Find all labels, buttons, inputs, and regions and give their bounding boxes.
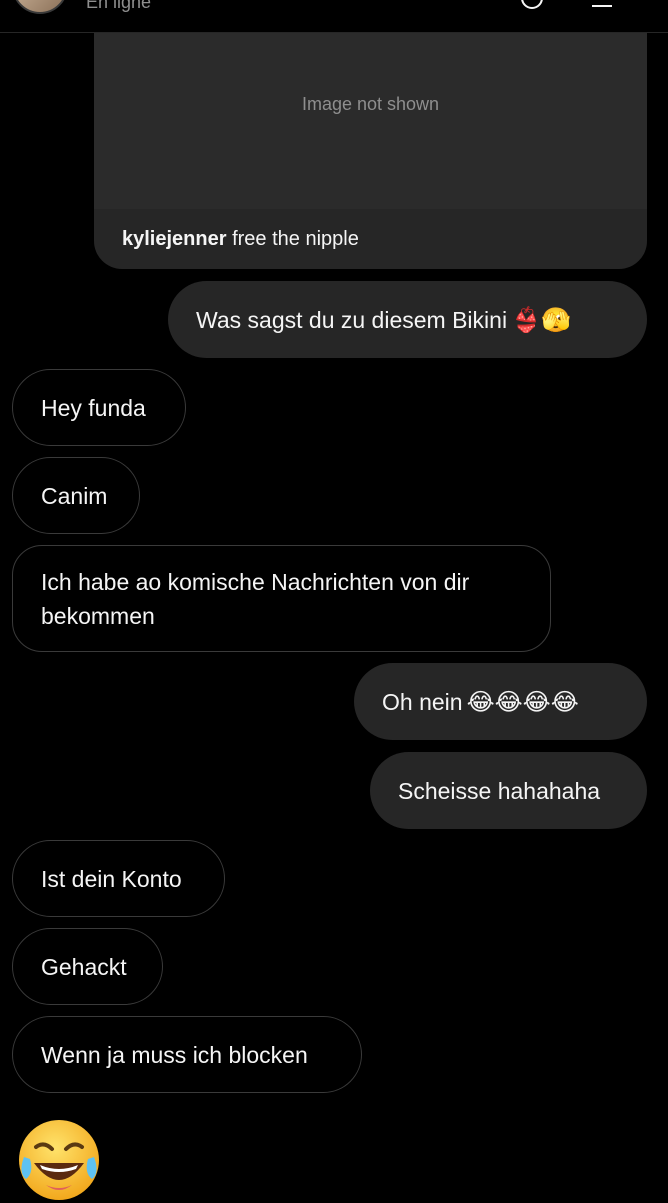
message-text: Was sagst du zu diesem Bikini (196, 306, 508, 333)
message-emoji: 😂😂😂😂 (466, 687, 579, 716)
message-bubble-incoming[interactable]: Canim (12, 457, 140, 534)
message-text: Wenn ja muss ich blocken (41, 1041, 308, 1068)
message-bubble-outgoing[interactable]: Scheisse hahahaha (370, 752, 647, 829)
post-caption: kyliejenner free the nipple (122, 228, 359, 251)
post-image-label: Image not shown (301, 94, 440, 114)
call-icon[interactable] (520, 0, 544, 10)
laughing-tears-emoji[interactable] (16, 1117, 102, 1203)
message-text: Gehackt (41, 953, 127, 980)
menu-icon[interactable] (590, 0, 614, 10)
message-bubble-incoming[interactable]: Wenn ja muss ich blocken (12, 1016, 362, 1093)
message-text: Hey funda (41, 394, 146, 421)
post-username[interactable]: kyliejenner (122, 228, 227, 250)
presence-status: En ligne (86, 0, 152, 12)
message-bubble-outgoing[interactable]: Oh nein 😂😂😂😂 (354, 663, 647, 740)
message-emoji: 👙🫣 (511, 305, 571, 334)
avatar[interactable] (12, 0, 68, 14)
message-text: Ist dein Konto (41, 865, 182, 892)
message-text: Scheisse hahahaha (398, 777, 601, 804)
message-bubble-incoming[interactable]: Hey funda (12, 369, 186, 446)
message-bubble-incoming[interactable]: Ist dein Konto (12, 840, 225, 917)
message-text: Ich habe ao komische Nachrichten von dir… (41, 568, 476, 629)
shared-post-card[interactable]: Image not shown kyliejenner free the nip… (94, 0, 647, 269)
post-caption-text: free the nipple (232, 228, 359, 250)
chat-header: En ligne (0, 0, 668, 33)
message-bubble-outgoing[interactable]: Was sagst du zu diesem Bikini 👙🫣 (168, 281, 647, 358)
message-text: Canim (41, 482, 108, 509)
message-text: Oh nein (382, 688, 463, 715)
message-bubble-incoming[interactable]: Ich habe ao komische Nachrichten von dir… (12, 545, 551, 652)
message-bubble-incoming[interactable]: Gehackt (12, 928, 163, 1005)
